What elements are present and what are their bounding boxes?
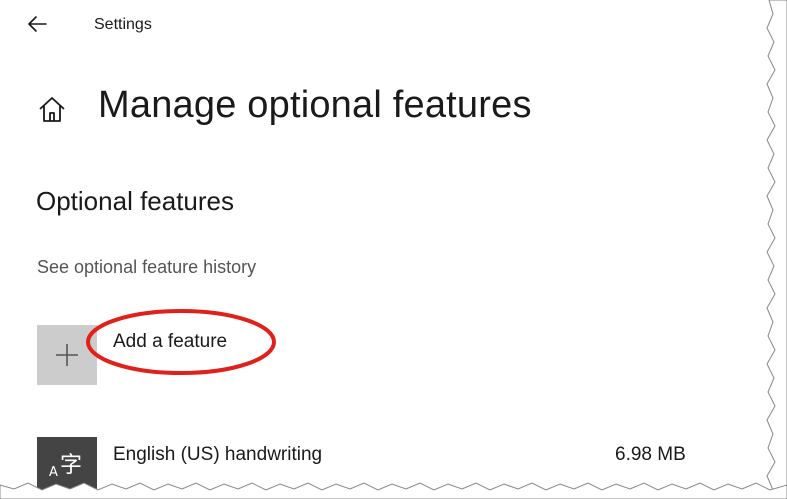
home-icon[interactable] [36,94,68,126]
add-feature-label[interactable]: Add a feature [113,331,227,353]
optional-feature-history-link[interactable]: See optional feature history [37,257,256,278]
torn-edge-right [766,0,787,499]
add-feature-button[interactable] [37,325,97,385]
plus-icon [56,344,78,366]
settings-window: Settings Manage optional features Option… [0,0,787,499]
back-arrow-icon[interactable] [24,12,52,36]
section-heading-optional-features: Optional features [36,186,235,216]
page-title: Manage optional features [98,84,532,126]
app-title: Settings [94,16,152,33]
torn-edge-bottom [0,482,787,499]
